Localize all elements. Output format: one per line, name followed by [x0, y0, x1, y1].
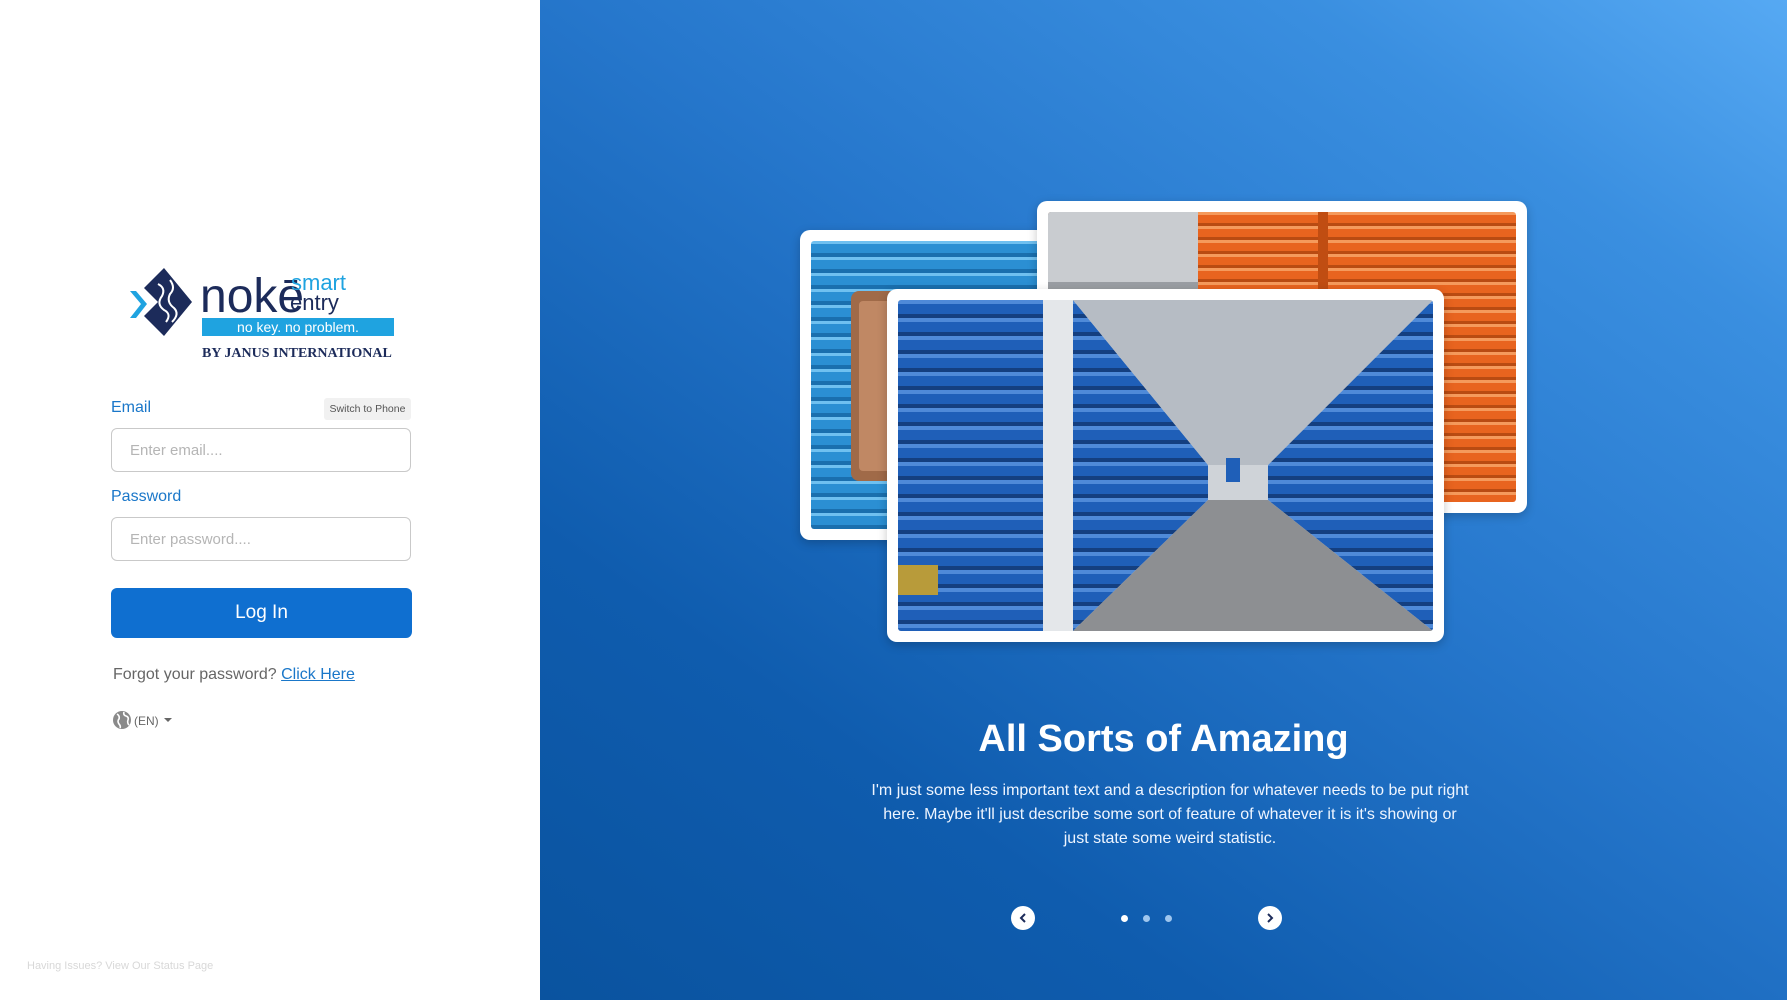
email-label: Email	[111, 399, 152, 416]
status-page-link[interactable]: Having Issues? View Our Status Page	[27, 960, 213, 972]
login-button[interactable]: Log In	[111, 588, 412, 638]
noke-logo: nokē smart entry no key. no problem. BY …	[128, 262, 398, 362]
email-input[interactable]	[111, 428, 411, 472]
forgot-password-link[interactable]: Click Here	[281, 666, 355, 683]
logo-mark-icon	[130, 268, 192, 336]
carousel-panel: All Sorts of Amazing I'm just some less …	[540, 0, 1787, 1000]
carousel-dot-1[interactable]	[1121, 915, 1128, 922]
carousel-prev-button[interactable]	[1011, 906, 1035, 930]
language-code: (EN)	[134, 714, 159, 728]
logo-wordmark: nokē	[200, 270, 304, 323]
carousel-next-button[interactable]	[1258, 906, 1282, 930]
carousel-dots	[1121, 915, 1172, 922]
carousel-dot-3[interactable]	[1165, 915, 1172, 922]
language-selector[interactable]: (EN)	[112, 710, 175, 732]
carousel-dot-2[interactable]	[1143, 915, 1150, 922]
password-input[interactable]	[111, 517, 411, 561]
forgot-password-text: Forgot your password?	[113, 666, 277, 683]
slide-description: I'm just some less important text and a …	[871, 782, 1469, 847]
globe-icon	[112, 710, 132, 733]
slide-title: All Sorts of Amazing	[978, 718, 1349, 760]
login-panel: nokē smart entry no key. no problem. BY …	[0, 0, 540, 1000]
logo-entry-text: entry	[290, 290, 339, 315]
storage-corridor-image	[898, 300, 1433, 631]
slide-photo-blue-corridor	[887, 289, 1444, 642]
chevron-right-icon	[1267, 913, 1274, 923]
password-label: Password	[111, 488, 182, 505]
switch-to-phone-button[interactable]: Switch to Phone	[324, 398, 411, 420]
chevron-left-icon	[1019, 913, 1026, 923]
caret-down-icon	[161, 713, 175, 730]
logo-tagline: no key. no problem.	[237, 319, 359, 335]
logo-byline: BY JANUS INTERNATIONAL	[202, 346, 392, 361]
forgot-password-row: Forgot your password? Click Here	[113, 666, 355, 684]
